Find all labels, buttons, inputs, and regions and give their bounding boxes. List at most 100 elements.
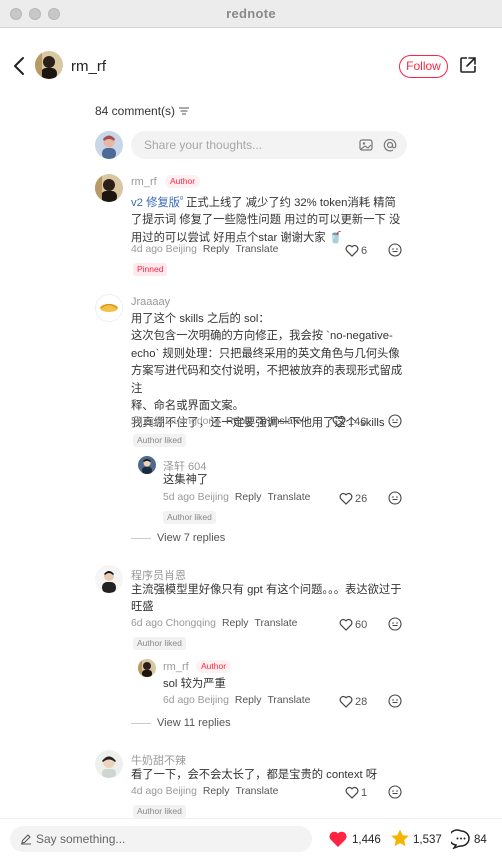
share-icon[interactable] <box>458 55 478 75</box>
reply-button[interactable]: Reply <box>226 416 253 427</box>
comment-count: 84 comment(s) <box>95 104 176 118</box>
commenter-name[interactable]: rm_rf <box>131 176 157 188</box>
view-replies-divider <box>131 723 151 724</box>
like-count: 28 <box>355 696 368 708</box>
comment-line: 释、命名或界面文案。 <box>131 400 244 413</box>
reply-avatar[interactable] <box>138 659 156 677</box>
like-count: 60 <box>355 619 368 631</box>
bottom-action-bar: 1,446 1,537 84 <box>0 818 502 859</box>
author-tag: Author <box>196 660 232 673</box>
comment-meta: 6d ago Chongqing Reply Translate <box>131 618 297 629</box>
comment-text: 看了一下，会不会太长了，都是宝贵的 context 呀 <box>131 769 378 781</box>
pinned-tag: Pinned <box>133 263 168 276</box>
like-heart-icon[interactable] <box>339 695 353 708</box>
translate-button[interactable]: Translate <box>259 416 302 427</box>
translate-button[interactable]: Translate <box>267 695 310 706</box>
comment-time-location: 5d ago Guangdong <box>131 416 220 427</box>
emoji-reaction-icon[interactable] <box>388 491 402 505</box>
image-icon[interactable] <box>359 138 373 152</box>
reply-meta: 5d ago Beijing Reply Translate <box>163 492 310 503</box>
like-heart-icon[interactable] <box>339 618 353 631</box>
translate-button[interactable]: Translate <box>267 492 310 503</box>
emoji-reaction-icon[interactable] <box>388 617 402 631</box>
window-titlebar: rednote <box>0 0 502 28</box>
like-count: 6 <box>361 245 368 257</box>
like-heart-icon[interactable] <box>332 415 346 428</box>
reply-button[interactable]: Reply <box>222 618 249 629</box>
pencil-icon <box>21 834 31 845</box>
heart-filled-icon[interactable] <box>328 829 348 849</box>
reply-button[interactable]: Reply <box>203 786 230 797</box>
reply-text: sol 较为严重 <box>163 678 226 690</box>
author-liked-tag: Author liked <box>163 511 216 524</box>
post-collect-count: 1,537 <box>413 834 442 846</box>
comment-link[interactable]: v2 修复版 <box>131 197 180 209</box>
commenter-avatar[interactable] <box>95 750 123 778</box>
reply-button[interactable]: Reply <box>203 244 230 255</box>
translate-button[interactable]: Translate <box>235 244 278 255</box>
comment-line: echo` 规则处理：只把最终采用的英文角色与几何头像 <box>131 347 400 360</box>
author-tag: Author <box>165 175 201 188</box>
comment-text: 用了这个 skills 之后的 sol： 这次包含一次明确的方向修正，我会按 `… <box>131 311 411 433</box>
sort-icon[interactable] <box>179 107 189 115</box>
comment-meta: 4d ago Beijing Reply Translate <box>131 244 278 255</box>
comment-text: 主流强模型里好像只有 gpt 有这个问题。。。表达欲过于 旺盛 <box>131 582 411 617</box>
post-header: rm_rf Follow <box>0 28 502 104</box>
comment-bubble-icon[interactable] <box>451 829 471 849</box>
translate-button[interactable]: Translate <box>255 618 298 629</box>
comment-time-location: 4d ago Beijing <box>131 244 197 255</box>
comment-line: 这次包含一次明确的方向修正，我会按 `no-negative- <box>131 330 393 343</box>
author-liked-tag: Author liked <box>133 434 186 447</box>
emoji-reaction-icon[interactable] <box>388 243 402 257</box>
view-replies-button[interactable]: View 7 replies <box>157 532 225 544</box>
like-count: 146 <box>348 416 367 428</box>
view-replies-button[interactable]: View 11 replies <box>157 717 231 729</box>
like-heart-icon[interactable] <box>345 786 359 799</box>
comment-line: 主流强模型里好像只有 gpt 有这个问题。。。表达欲过于 <box>131 584 402 596</box>
comment-line: 用了这个 skills 之后的 sol： <box>131 313 270 325</box>
post-like-count: 1,446 <box>352 834 381 846</box>
translate-button[interactable]: Translate <box>235 786 278 797</box>
commenter-avatar[interactable] <box>95 565 123 593</box>
say-something-input[interactable] <box>10 826 312 852</box>
reply-time-location: 6d ago Beijing <box>163 695 229 706</box>
cup-emoji: 🥤 <box>328 231 343 244</box>
commenter-name[interactable]: Jraaaay <box>131 296 170 308</box>
like-heart-icon[interactable] <box>345 244 359 257</box>
author-liked-tag: Author liked <box>133 637 186 650</box>
author-username[interactable]: rm_rf <box>71 58 106 75</box>
emoji-reaction-icon[interactable] <box>388 694 402 708</box>
comment-time-location: 4d ago Beijing <box>131 786 197 797</box>
commenter-avatar[interactable] <box>95 174 123 202</box>
emoji-reaction-icon[interactable] <box>388 414 402 428</box>
view-replies-divider <box>131 538 151 539</box>
comment-meta: 5d ago Guangdong Reply Translate <box>131 416 302 427</box>
window-title: rednote <box>226 6 276 21</box>
star-filled-icon[interactable] <box>390 828 410 848</box>
like-count: 26 <box>355 493 368 505</box>
my-avatar <box>95 131 123 159</box>
back-arrow-icon[interactable] <box>10 54 28 78</box>
comment-line: 方案写进代码和交付说明，不把被放弃的表现形式留成注 <box>131 365 403 395</box>
reply-button[interactable]: Reply <box>235 695 262 706</box>
commenter-name[interactable]: 程序员肖恩 <box>131 567 186 583</box>
commenter-name[interactable]: 牛奶甜不辣 <box>131 752 186 768</box>
comment-time-location: 6d ago Chongqing <box>131 618 216 629</box>
reply-text: 这集神了 <box>163 474 209 486</box>
mention-icon[interactable] <box>383 138 397 152</box>
like-heart-icon[interactable] <box>339 492 353 505</box>
like-count: 1 <box>361 787 368 799</box>
reply-meta: 6d ago Beijing Reply Translate <box>163 695 310 706</box>
reply-time-location: 5d ago Beijing <box>163 492 229 503</box>
emoji-reaction-icon[interactable] <box>388 785 402 799</box>
follow-button[interactable]: Follow <box>399 55 448 78</box>
author-avatar[interactable] <box>35 51 63 79</box>
post-comment-count: 84 <box>474 834 487 846</box>
author-liked-tag: Author liked <box>133 805 186 818</box>
comment-meta: 4d ago Beijing Reply Translate <box>131 786 278 797</box>
reply-author-name[interactable]: rm_rf <box>163 661 189 673</box>
commenter-avatar[interactable] <box>95 294 123 322</box>
reply-avatar[interactable] <box>138 456 156 474</box>
comment-text: v2 修复版ᵍ 正式上线了 减少了约 32% token消耗 精简了提示词 修复… <box>131 190 406 247</box>
reply-button[interactable]: Reply <box>235 492 262 503</box>
